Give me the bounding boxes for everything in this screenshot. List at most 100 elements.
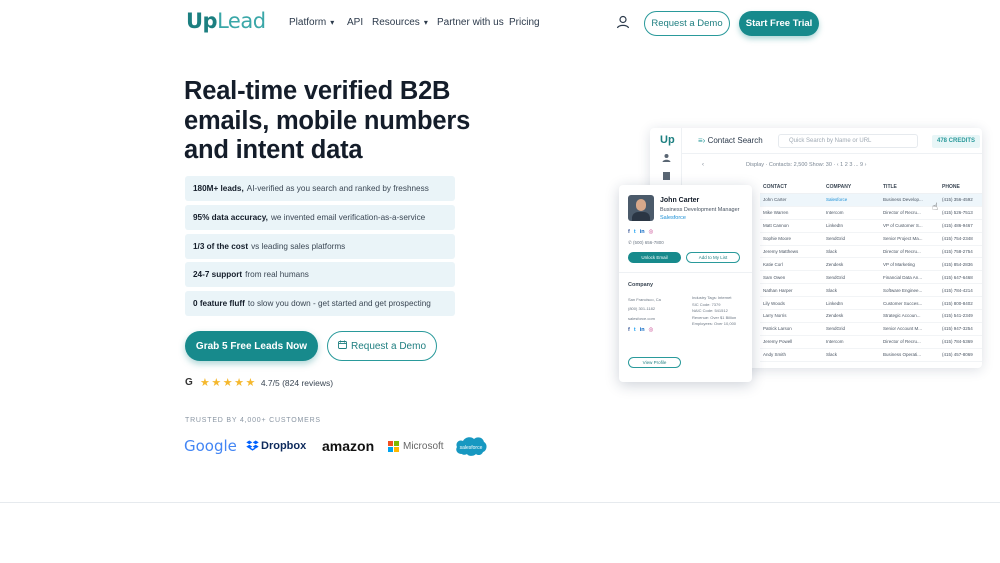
phone-cell: (415) 784-5369	[942, 339, 973, 345]
contact-cell: Lily Woods	[763, 300, 785, 306]
svg-text:salesforce: salesforce	[460, 445, 483, 451]
contact-cell: Patrick Larson	[763, 326, 792, 332]
dropbox-logo: Dropbox	[246, 433, 306, 459]
twitter-icon[interactable]: t	[634, 229, 636, 235]
table-row[interactable]: Katie Corl Zendesk VP of Marketing (415) 85…	[760, 258, 982, 272]
linkedin-icon[interactable]: in	[640, 327, 645, 333]
table-row[interactable]: Sophie Moore SendGrid Senior Project Ma...…	[760, 233, 982, 246]
title-cell: Director of Recru...	[883, 249, 921, 254]
company-cell: SendGrid	[826, 236, 846, 242]
phone-cell: (415) 758-2754	[942, 249, 973, 254]
table-row[interactable]: Andy Smith Slack Business Operati... (415) …	[760, 349, 982, 362]
table-row[interactable]: Larry Norris Zendesk Strategic Accoun... (4…	[760, 310, 982, 323]
uplead-logo[interactable]: UpLead	[186, 9, 266, 33]
add-to-list-button[interactable]: Add to My List	[686, 252, 740, 263]
company-cell: Intercom	[826, 210, 844, 216]
contacts-table: CONTACT COMPANY TITLE PHONE John Carter S…	[760, 180, 982, 362]
divider	[619, 272, 752, 273]
google-logo: Google	[184, 437, 237, 455]
instagram-icon[interactable]: ◎	[649, 229, 654, 235]
company-cell: Zendesk	[826, 261, 844, 267]
contact-cell: Matt Cannon	[763, 223, 789, 229]
unlock-email-button[interactable]: Unlock Email	[628, 252, 681, 263]
company-contact-info: San Francisco, Ca (800) 301-1182 salesfo…	[628, 297, 661, 321]
nav-resources[interactable]: Resources ▾	[372, 17, 428, 28]
start-free-trial-button[interactable]: Start Free Trial	[739, 11, 819, 36]
microsoft-logo: Microsoft	[388, 433, 444, 459]
feature-item: 1/3 of the cost vs leading sales platform…	[185, 233, 455, 259]
amazon-logo: amazon	[322, 438, 375, 454]
rating-stars: ★★★★★	[200, 377, 257, 389]
title-cell: Financial Data An...	[883, 274, 923, 280]
contact-cell: Jeremy Powell	[763, 339, 793, 345]
contact-cell: Katie Corl	[763, 261, 783, 267]
trusted-label: TRUSTED BY 4,000+ CUSTOMERS	[185, 417, 321, 424]
table-row[interactable]: Lily Woods LinkedIn Customer Succes... (415…	[760, 297, 982, 311]
linkedin-icon[interactable]: in	[640, 229, 645, 235]
app-search-input[interactable]: Quick Search by Name or URL	[778, 134, 918, 148]
table-header: CONTACT COMPANY TITLE PHONE	[760, 180, 982, 194]
nav-platform[interactable]: Platform ▾	[289, 17, 334, 28]
app-logo: Up	[660, 134, 675, 146]
phone-cell: (415) 754-2348	[942, 236, 973, 242]
contact-cell: Mike Warren	[763, 210, 789, 216]
grab-free-leads-button[interactable]: Grab 5 Free Leads Now	[185, 331, 318, 361]
table-row[interactable]: Sam Owen SendGrid Financial Data An... (415…	[760, 271, 982, 285]
nav-pricing[interactable]: Pricing	[509, 17, 540, 28]
company-cell: Intercom	[826, 339, 844, 345]
company-details: Industry Tags: Internet SIC Code: 7379 N…	[692, 295, 737, 326]
facebook-icon[interactable]: f	[628, 229, 630, 235]
table-row[interactable]: Jeremy Matthews Slack Director of Recru...…	[760, 246, 982, 259]
chevron-left-icon: ‹	[702, 162, 704, 168]
hero-title: Real-time verified B2B emails, mobile nu…	[184, 77, 471, 164]
table-row[interactable]: Mike Warren Intercom Director of Recru...(…	[760, 207, 982, 220]
title-cell: Director of Recru...	[883, 339, 921, 345]
feature-item: 95% data accuracy, we invented email veri…	[185, 204, 455, 230]
phone-cell: (415) 854-2836	[942, 261, 973, 267]
title-cell: Senior Account M...	[883, 326, 923, 332]
credits-badge: 478 CREDITS	[932, 135, 980, 148]
user-icon	[662, 154, 671, 162]
phone-cell: (415) 784-4214	[942, 287, 973, 293]
pointer-cursor-icon: ☝	[932, 202, 939, 213]
company-cell: LinkedIn	[826, 223, 844, 229]
company-cell: Slack	[826, 287, 838, 293]
menu-icon: ≡›	[698, 136, 708, 145]
table-row[interactable]: Nathan Harper Slack Software Enginee... (41…	[760, 284, 982, 298]
feature-item: 0 feature fluff to slow you down - get st…	[185, 291, 455, 317]
contact-cell: Jeremy Matthews	[763, 249, 799, 254]
feature-item: 180M+ leads, AI-verified as you search an…	[185, 176, 455, 201]
table-row[interactable]: Matt Cannon LinkedIn VP of Customer S... (4…	[760, 220, 982, 233]
contact-cell: Sam Owen	[763, 274, 786, 280]
phone-cell: (415) 647-6468	[942, 274, 973, 280]
table-row[interactable]: John Carter Salesforce Business Develop...…	[760, 194, 982, 207]
contact-card: John Carter Business Development Manager…	[619, 185, 752, 382]
social-links: f t in ◎	[628, 229, 653, 235]
phone-cell: (415) 457-8069	[942, 352, 973, 358]
building-icon	[663, 172, 670, 180]
table-row[interactable]: Jeremy Powell Intercom Director of Recru..…	[760, 336, 982, 349]
app-toolbar: Display · Contacts: 2,500 Show: 30 · ‹ 1…	[746, 162, 867, 168]
facebook-icon[interactable]: f	[628, 327, 630, 333]
nav-partner[interactable]: Partner with us	[437, 17, 504, 28]
twitter-icon[interactable]: t	[634, 327, 636, 333]
user-icon[interactable]	[616, 15, 630, 29]
phone-cell: (415) 356-4592	[942, 197, 973, 203]
view-profile-button[interactable]: View Profile	[628, 357, 681, 368]
company-cell: SendGrid	[826, 274, 846, 280]
instagram-icon[interactable]: ◎	[649, 327, 654, 333]
hero-request-demo-button[interactable]: Request a Demo	[327, 331, 437, 361]
title-cell: VP of Customer S...	[883, 223, 923, 229]
avatar	[628, 195, 654, 221]
phone-cell: (415) 526-7513	[942, 210, 973, 216]
request-demo-button[interactable]: Request a Demo	[644, 11, 730, 36]
nav-api[interactable]: API	[347, 17, 363, 28]
contact-company[interactable]: Salesforce	[660, 215, 686, 221]
chevron-down-icon: ▾	[330, 18, 335, 27]
table-row[interactable]: Patrick Larson SendGrid Senior Account M..…	[760, 323, 982, 336]
title-cell: Senior Project Ma...	[883, 236, 923, 242]
contact-cell: Nathan Harper	[763, 287, 793, 293]
g2-icon: G	[185, 377, 193, 388]
phone-cell: (415) 800-8402	[942, 300, 973, 306]
phone-cell: (415) 486-9467	[942, 223, 973, 229]
